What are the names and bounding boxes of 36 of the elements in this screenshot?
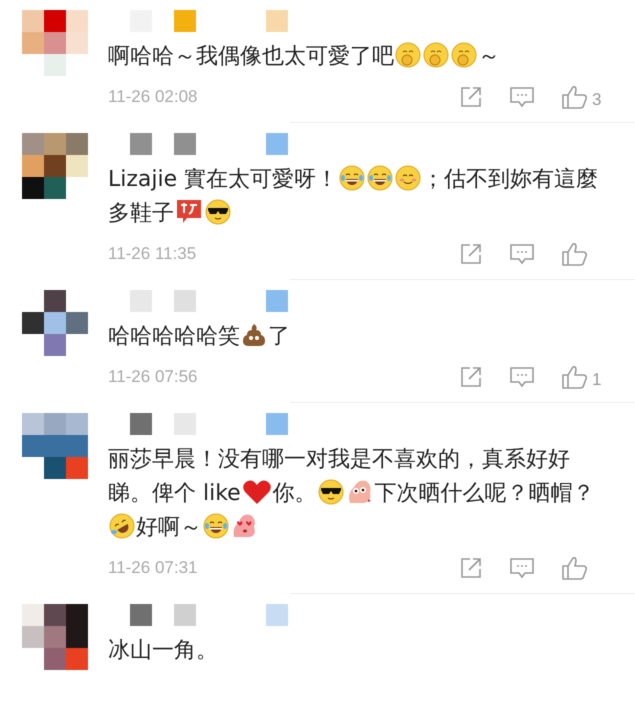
comment-text: 哈哈哈哈哈笑 了 <box>108 321 291 351</box>
share-icon[interactable] <box>459 365 483 389</box>
covered-mouth-emoji-icon <box>423 42 449 68</box>
tilted-laughing-emoji-icon <box>109 513 135 539</box>
comment-text: Lizajie 實在太可愛呀！ ；估不到妳有這麼多鞋子 <box>108 164 600 228</box>
comment-text: 丽莎早晨！没有哪一对我是不喜欢的，真系好好睇。俾个 like 你。 下次晒什么呢？晒帽？ 好啊～ <box>108 446 596 542</box>
laughing-tears-emoji-icon <box>203 513 229 539</box>
laughing-tears-emoji-icon <box>339 165 366 191</box>
heart-icon <box>242 479 272 505</box>
thumbs-up-icon[interactable] <box>561 241 589 267</box>
sunglasses-emoji-icon <box>205 199 231 225</box>
thumbs-up-icon[interactable] <box>561 364 589 390</box>
comment-text: 冰山一角。 <box>108 637 219 665</box>
laughing-tears-emoji-icon <box>367 165 394 191</box>
thumbs-up-icon[interactable] <box>561 84 589 110</box>
comment-icon[interactable] <box>509 556 535 580</box>
like-count: 3 <box>592 90 602 110</box>
timestamp: 11-26 07:31 <box>108 558 198 578</box>
covered-mouth-emoji-icon <box>451 42 477 68</box>
comment-icon[interactable] <box>509 365 535 389</box>
timestamp: 11-26 02:08 <box>108 87 198 107</box>
smiling-emoji-icon <box>395 165 422 191</box>
comment-icon[interactable] <box>509 242 535 266</box>
thumbs-up-icon[interactable] <box>561 555 589 581</box>
poop-emoji-icon <box>241 322 267 348</box>
timestamp: 11-26 07:56 <box>108 367 198 387</box>
sunglasses-emoji-icon <box>318 479 344 505</box>
covered-mouth-emoji-icon <box>395 42 421 68</box>
share-icon[interactable] <box>459 85 483 109</box>
share-icon[interactable] <box>459 242 483 266</box>
share-icon[interactable] <box>459 556 483 580</box>
comment-text: 啊哈哈～我偶像也太可愛了吧 ～ <box>108 41 501 71</box>
timestamp: 11-26 11:35 <box>108 244 198 264</box>
comment-icon[interactable] <box>509 85 535 109</box>
like-count: 1 <box>592 370 602 390</box>
sticker-icon <box>175 197 203 225</box>
